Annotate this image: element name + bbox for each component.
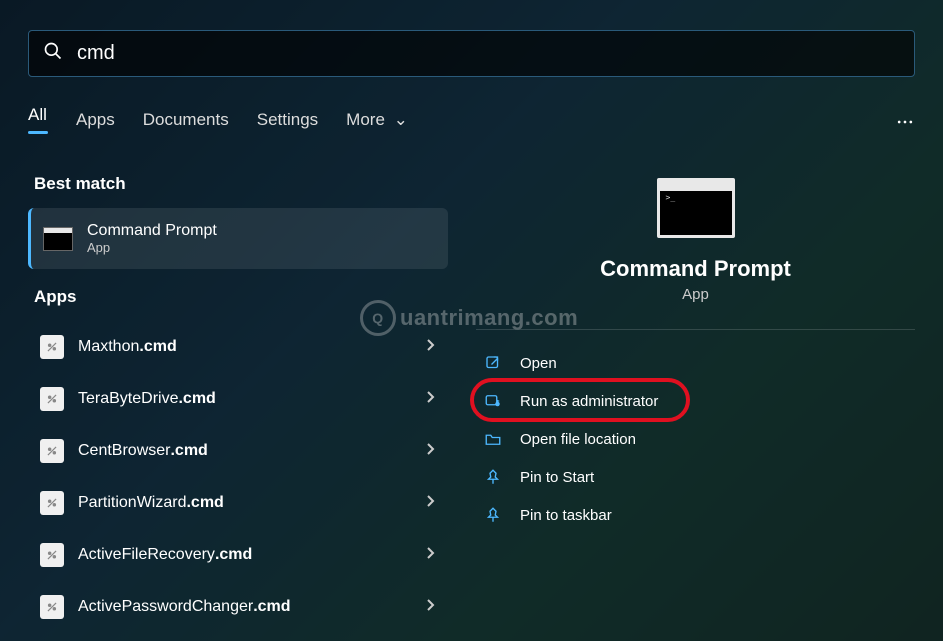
app-result[interactable]: CentBrowser.cmd (28, 425, 448, 477)
tab-documents[interactable]: Documents (143, 110, 229, 140)
filter-tabs: All Apps Documents Settings More ⌄ (28, 105, 915, 144)
action-label: Open (520, 355, 557, 372)
cmd-file-icon (40, 595, 64, 619)
app-result-label: ActiveFileRecovery.cmd (78, 546, 412, 564)
action-pin-taskbar[interactable]: Pin to taskbar (476, 496, 915, 534)
more-options-button[interactable] (895, 112, 915, 137)
tab-all[interactable]: All (28, 105, 48, 144)
app-result-label: Maxthon.cmd (78, 338, 412, 356)
app-result[interactable]: PartitionWizard.cmd (28, 477, 448, 529)
best-match-title: Command Prompt (87, 222, 217, 240)
cmd-file-icon (40, 491, 64, 515)
pin-icon (484, 468, 502, 486)
results-column: Best match Command Prompt App Apps Maxth… (28, 168, 448, 633)
app-result-label: TeraByteDrive.cmd (78, 390, 412, 408)
chevron-right-icon (426, 598, 436, 617)
tab-more[interactable]: More ⌄ (346, 110, 408, 140)
open-icon (484, 354, 502, 372)
search-box[interactable] (28, 30, 915, 77)
chevron-right-icon (426, 338, 436, 357)
pin-icon (484, 506, 502, 524)
admin-icon (484, 392, 502, 410)
app-result-label: PartitionWizard.cmd (78, 494, 412, 512)
app-result-label: ActivePasswordChanger.cmd (78, 598, 412, 616)
preview-pane: Command Prompt App Open Run as administr… (476, 168, 915, 633)
search-icon (43, 41, 63, 66)
action-pin-start[interactable]: Pin to Start (476, 458, 915, 496)
folder-icon (484, 430, 502, 448)
best-match-result[interactable]: Command Prompt App (28, 208, 448, 269)
chevron-right-icon (426, 546, 436, 565)
command-prompt-icon (43, 227, 73, 251)
cmd-file-icon (40, 335, 64, 359)
tab-settings[interactable]: Settings (257, 110, 318, 140)
section-best-match: Best match (34, 174, 448, 194)
cmd-file-icon (40, 543, 64, 567)
app-result[interactable]: ActiveFileRecovery.cmd (28, 529, 448, 581)
tab-apps[interactable]: Apps (76, 110, 115, 140)
preview-app-icon (657, 178, 735, 238)
action-label: Open file location (520, 431, 636, 448)
action-label: Run as administrator (520, 393, 658, 410)
app-result-label: CentBrowser.cmd (78, 442, 412, 460)
chevron-right-icon (426, 442, 436, 461)
chevron-down-icon: ⌄ (394, 110, 408, 129)
watermark-logo-icon: Q (360, 300, 396, 336)
cmd-file-icon (40, 439, 64, 463)
app-result[interactable]: ActivePasswordChanger.cmd (28, 581, 448, 633)
app-result[interactable]: TeraByteDrive.cmd (28, 373, 448, 425)
best-match-subtitle: App (87, 240, 217, 255)
chevron-right-icon (426, 390, 436, 409)
watermark: Q uantrimang.com (360, 300, 578, 336)
cmd-file-icon (40, 387, 64, 411)
search-input[interactable] (77, 42, 900, 65)
action-open-location[interactable]: Open file location (476, 420, 915, 458)
preview-subtitle: App (682, 286, 709, 303)
preview-title: Command Prompt (600, 256, 791, 282)
action-run-admin[interactable]: Run as administrator (476, 382, 915, 420)
action-label: Pin to taskbar (520, 507, 612, 524)
action-label: Pin to Start (520, 469, 594, 486)
action-open[interactable]: Open (476, 344, 915, 382)
chevron-right-icon (426, 494, 436, 513)
